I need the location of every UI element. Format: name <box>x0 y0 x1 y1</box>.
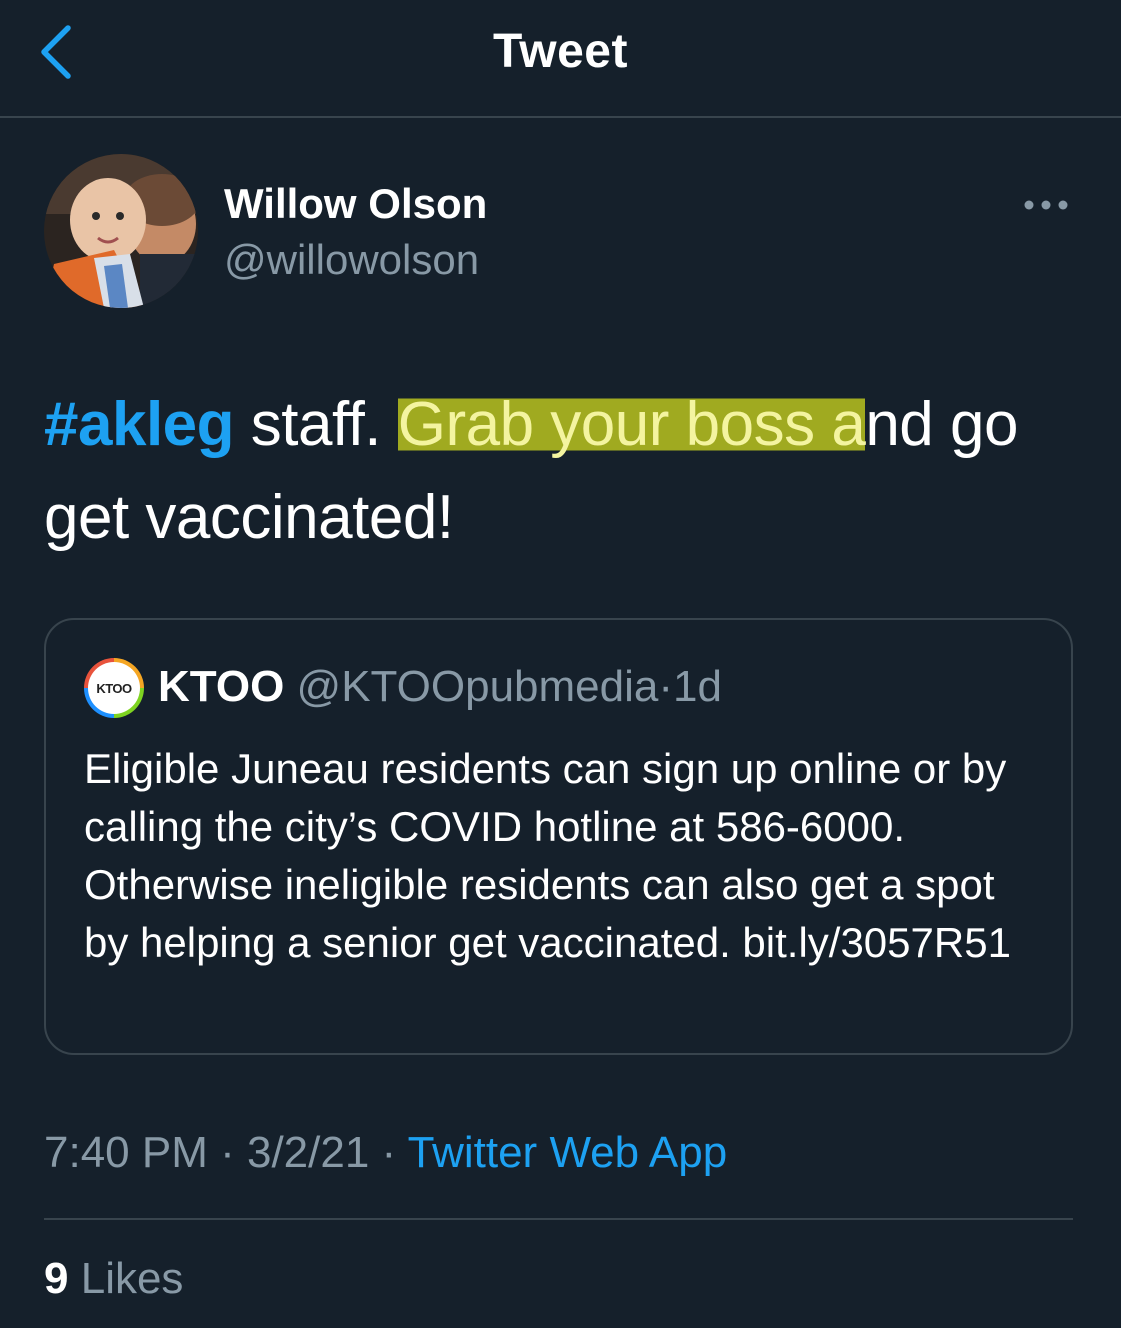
likes-count: 9 <box>44 1254 69 1303</box>
top-bar: Tweet <box>0 0 1121 118</box>
quoted-author-handle: @KTOOpubmedia <box>296 662 659 711</box>
quoted-header: KTOO @KTOOpubmedia·1d <box>158 662 722 712</box>
author-name[interactable]: Willow Olson <box>224 180 487 228</box>
highlighted-text: Grab your boss a <box>397 390 866 459</box>
quoted-author-name: KTOO <box>158 662 285 711</box>
tweet-text: #akleg staff. Grab your boss and go get … <box>44 378 1084 564</box>
avatar[interactable] <box>44 154 198 308</box>
quoted-timestamp: 1d <box>673 662 722 711</box>
author-handle[interactable]: @willowolson <box>224 236 479 284</box>
quoted-avatar: KTOO <box>84 658 144 718</box>
tweet-time: 7:40 PM <box>44 1128 208 1177</box>
likes-stat[interactable]: 9 Likes <box>44 1254 183 1304</box>
tweet-text-part: staff. <box>234 390 398 459</box>
quoted-tweet[interactable]: KTOO KTOO @KTOOpubmedia·1d Eligible June… <box>44 618 1073 1055</box>
divider <box>44 1218 1073 1220</box>
separator-dot: · <box>658 662 673 711</box>
separator-dot: · <box>369 1128 408 1177</box>
tweet-meta: 7:40 PM · 3/2/21 · Twitter Web App <box>44 1128 727 1178</box>
ktoo-logo: KTOO <box>88 662 140 714</box>
tweet-date: 3/2/21 <box>246 1128 370 1177</box>
source-link[interactable]: Twitter Web App <box>408 1128 728 1177</box>
quoted-text: Eligible Juneau residents can sign up on… <box>84 745 1011 966</box>
hashtag-link[interactable]: #akleg <box>44 390 235 459</box>
page-title: Tweet <box>493 25 628 78</box>
likes-label: Likes <box>80 1254 184 1303</box>
more-options-button[interactable] <box>1020 190 1072 220</box>
separator-dot: · <box>207 1128 247 1177</box>
more-icon <box>1024 200 1068 210</box>
